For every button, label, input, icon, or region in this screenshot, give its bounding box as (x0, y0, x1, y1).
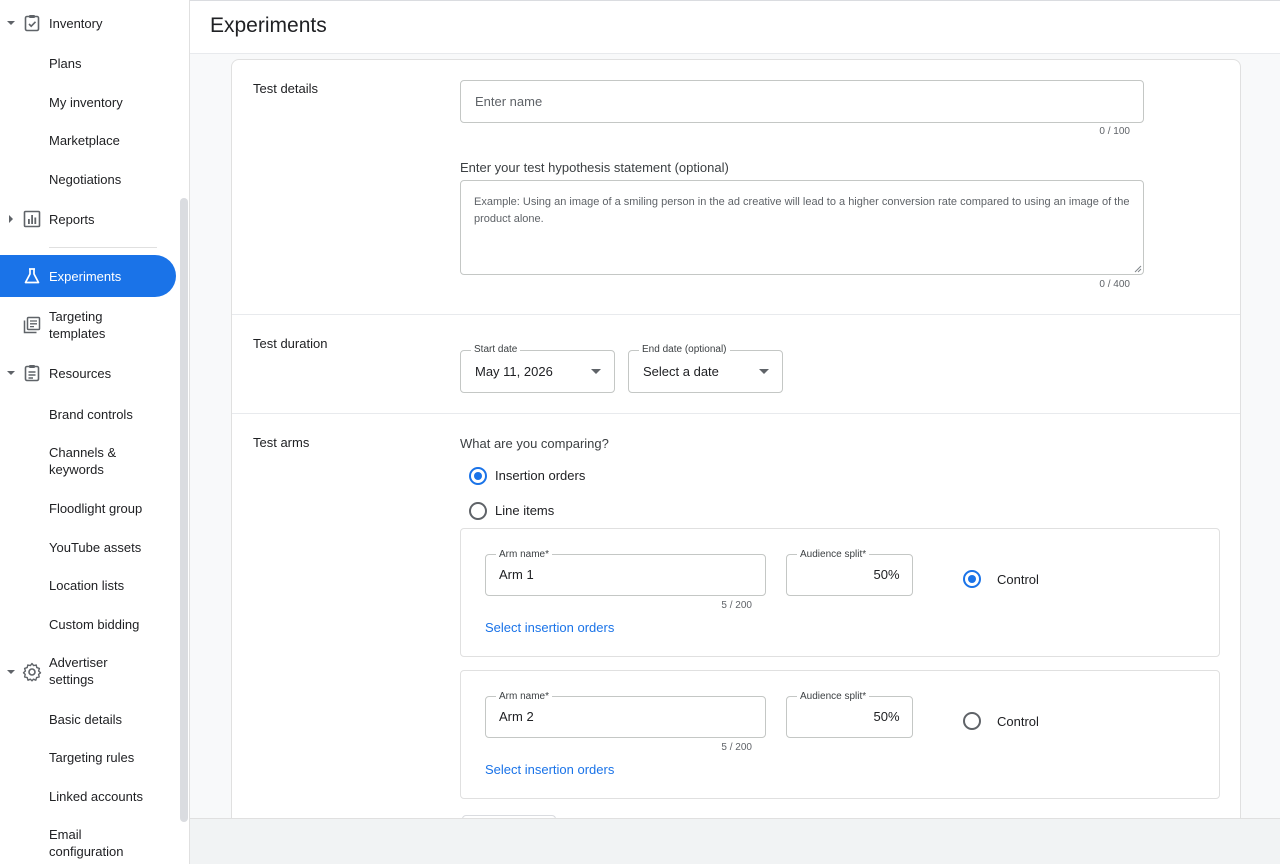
caret-down-icon[interactable] (6, 18, 16, 28)
sidebar-item-custom-bidding[interactable]: Custom bidding (0, 615, 176, 633)
arm-name-counter: 5 / 200 (721, 742, 752, 753)
test-name-counter: 0 / 100 (1099, 126, 1130, 137)
section-divider (232, 413, 1240, 414)
radio-insertion-orders[interactable] (469, 467, 487, 485)
hypothesis-placeholder: Example: Using an image of a smiling per… (474, 196, 1130, 225)
radio-line-items[interactable] (469, 502, 487, 520)
arm-name-counter: 5 / 200 (721, 600, 752, 611)
sidebar-item-label: My inventory (49, 94, 123, 110)
sidebar: Inventory Plans My inventory Marketplace… (0, 0, 190, 864)
resize-handle-icon[interactable] (1133, 264, 1142, 273)
sidebar-item-plans[interactable]: Plans (0, 54, 176, 72)
caret-right-icon[interactable] (6, 214, 16, 224)
sidebar-item-label: Brand controls (49, 406, 133, 422)
percent-sign: % (888, 567, 900, 582)
sidebar-item-youtube-assets[interactable]: YouTube assets (0, 538, 176, 556)
sidebar-item-label: Resources (49, 365, 112, 381)
test-name-placeholder: Enter name (475, 94, 543, 109)
caret-down-icon[interactable] (6, 667, 16, 677)
sidebar-item-floodlight-group[interactable]: Floodlight group (0, 499, 176, 517)
start-date-value: May 11, 2026 (475, 364, 553, 379)
sidebar-item-label: Reports (49, 211, 95, 227)
hypothesis-label: Enter your test hypothesis statement (op… (460, 160, 729, 175)
comparing-question: What are you comparing? (460, 436, 609, 451)
control-label: Control (997, 714, 1039, 729)
sidebar-item-brand-controls[interactable]: Brand controls (0, 405, 176, 423)
sidebar-item-label: Marketplace (49, 132, 120, 148)
section-divider (232, 314, 1240, 315)
test-details-title: Test details (253, 81, 319, 96)
sidebar-item-label: Email configuration (49, 827, 124, 859)
dropdown-arrow-icon (591, 369, 601, 374)
audience-split-value: 50 (873, 709, 888, 724)
caret-down-icon[interactable] (6, 368, 16, 378)
radio-label-line-items: Line items (495, 503, 555, 518)
radio-label-insertion-orders: Insertion orders (495, 468, 586, 483)
sidebar-item-negotiations[interactable]: Negotiations (0, 170, 176, 188)
audience-split-label: Audience split* (797, 691, 870, 703)
sidebar-item-label: Location lists (49, 577, 125, 593)
sidebar-item-marketplace[interactable]: Marketplace (0, 131, 176, 149)
hypothesis-counter: 0 / 400 (1099, 279, 1130, 290)
arm-name-label: Arm name* (496, 691, 553, 703)
templates-icon (22, 315, 42, 335)
percent-sign: % (888, 709, 900, 724)
test-duration-title: Test duration (253, 336, 328, 351)
sidebar-item-advertiser-settings[interactable]: Advertiser settings (0, 654, 176, 690)
bar-chart-icon (22, 209, 42, 229)
sidebar-item-label: YouTube assets (49, 539, 142, 555)
sidebar-item-label: Channels & keywords (49, 445, 117, 477)
sidebar-item-label: Negotiations (49, 171, 122, 187)
control-radio[interactable] (963, 712, 981, 730)
arm-name-value: Arm 2 (499, 709, 534, 724)
end-date-label: End date (optional) (639, 344, 730, 356)
arm-name-label: Arm name* (496, 549, 553, 561)
start-date-label: Start date (471, 344, 521, 356)
dropdown-arrow-icon (759, 369, 769, 374)
test-arms-title: Test arms (253, 435, 310, 450)
sidebar-item-label: Targeting templates (49, 309, 106, 341)
audience-split-label: Audience split* (797, 549, 870, 561)
select-insertion-orders-link[interactable]: Select insertion orders (485, 620, 614, 635)
sidebar-item-label: Basic details (49, 711, 122, 727)
sidebar-item-label: Inventory (49, 15, 103, 31)
sidebar-item-label: Plans (49, 55, 82, 71)
gear-icon (22, 662, 42, 682)
top-border (190, 0, 1280, 1)
sidebar-item-inventory[interactable]: Inventory (0, 12, 176, 34)
sidebar-item-label: Targeting rules (49, 749, 135, 765)
audience-split-value: 50 (873, 567, 888, 582)
test-name-input[interactable] (460, 80, 1144, 123)
control-label: Control (997, 572, 1039, 587)
bottom-action-bar (190, 818, 1280, 864)
sidebar-item-linked-accounts[interactable]: Linked accounts (0, 787, 176, 805)
control-radio[interactable] (963, 570, 981, 588)
select-insertion-orders-link[interactable]: Select insertion orders (485, 762, 614, 777)
sidebar-item-targeting-templates[interactable]: Targeting templates (0, 307, 176, 343)
sidebar-item-targeting-rules[interactable]: Targeting rules (0, 748, 176, 766)
clipboard-check-icon (22, 13, 42, 33)
document-list-icon (22, 363, 42, 383)
sidebar-item-basic-details[interactable]: Basic details (0, 710, 176, 728)
sidebar-divider (49, 247, 157, 248)
sidebar-scrollbar[interactable] (180, 198, 188, 822)
sidebar-item-reports[interactable]: Reports (0, 208, 176, 230)
sidebar-item-experiments[interactable]: Experiments (0, 255, 176, 297)
sidebar-item-email-configuration[interactable]: Email configuration (0, 826, 176, 862)
flask-icon (22, 266, 42, 286)
sidebar-item-location-lists[interactable]: Location lists (0, 576, 176, 594)
sidebar-item-label: Experiments (49, 268, 122, 284)
sidebar-item-label: Custom bidding (49, 616, 140, 632)
sidebar-item-my-inventory[interactable]: My inventory (0, 93, 176, 111)
sidebar-item-label: Floodlight group (49, 500, 143, 516)
page-title: Experiments (210, 14, 327, 37)
end-date-value: Select a date (643, 364, 719, 379)
arm-name-value: Arm 1 (499, 567, 534, 582)
sidebar-item-label: Linked accounts (49, 788, 143, 804)
sidebar-item-label: Advertiser settings (49, 655, 108, 687)
sidebar-item-resources[interactable]: Resources (0, 362, 176, 384)
sidebar-item-channels-keywords[interactable]: Channels & keywords (0, 444, 176, 480)
